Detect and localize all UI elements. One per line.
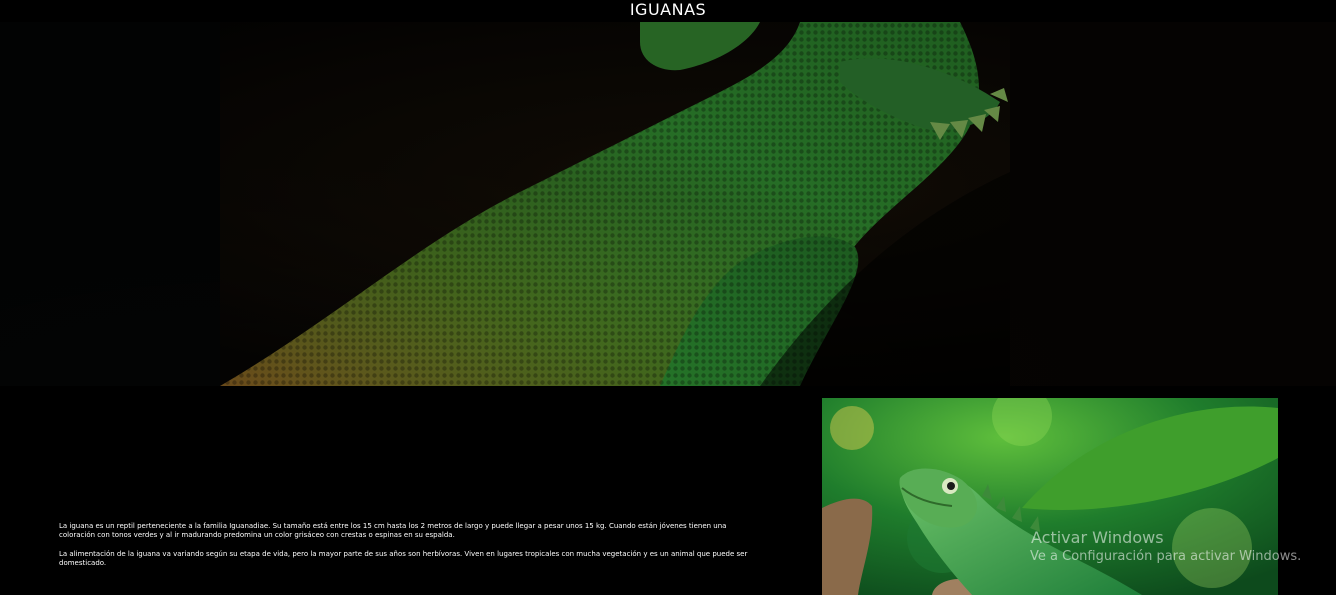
page: IGUANAS La iguana es un reptil perteneci… — [0, 0, 1336, 595]
paragraph-description: La iguana es un reptil perteneciente a l… — [59, 522, 727, 539]
description-text: La iguana es un reptil perteneciente a l… — [59, 522, 749, 578]
iguana-photo — [822, 398, 1278, 595]
hero-image — [0, 22, 1336, 386]
paragraph-diet: La alimentación de la iguana va variando… — [59, 550, 748, 567]
header: IGUANAS — [0, 0, 1336, 22]
page-title: IGUANAS — [629, 0, 707, 19]
